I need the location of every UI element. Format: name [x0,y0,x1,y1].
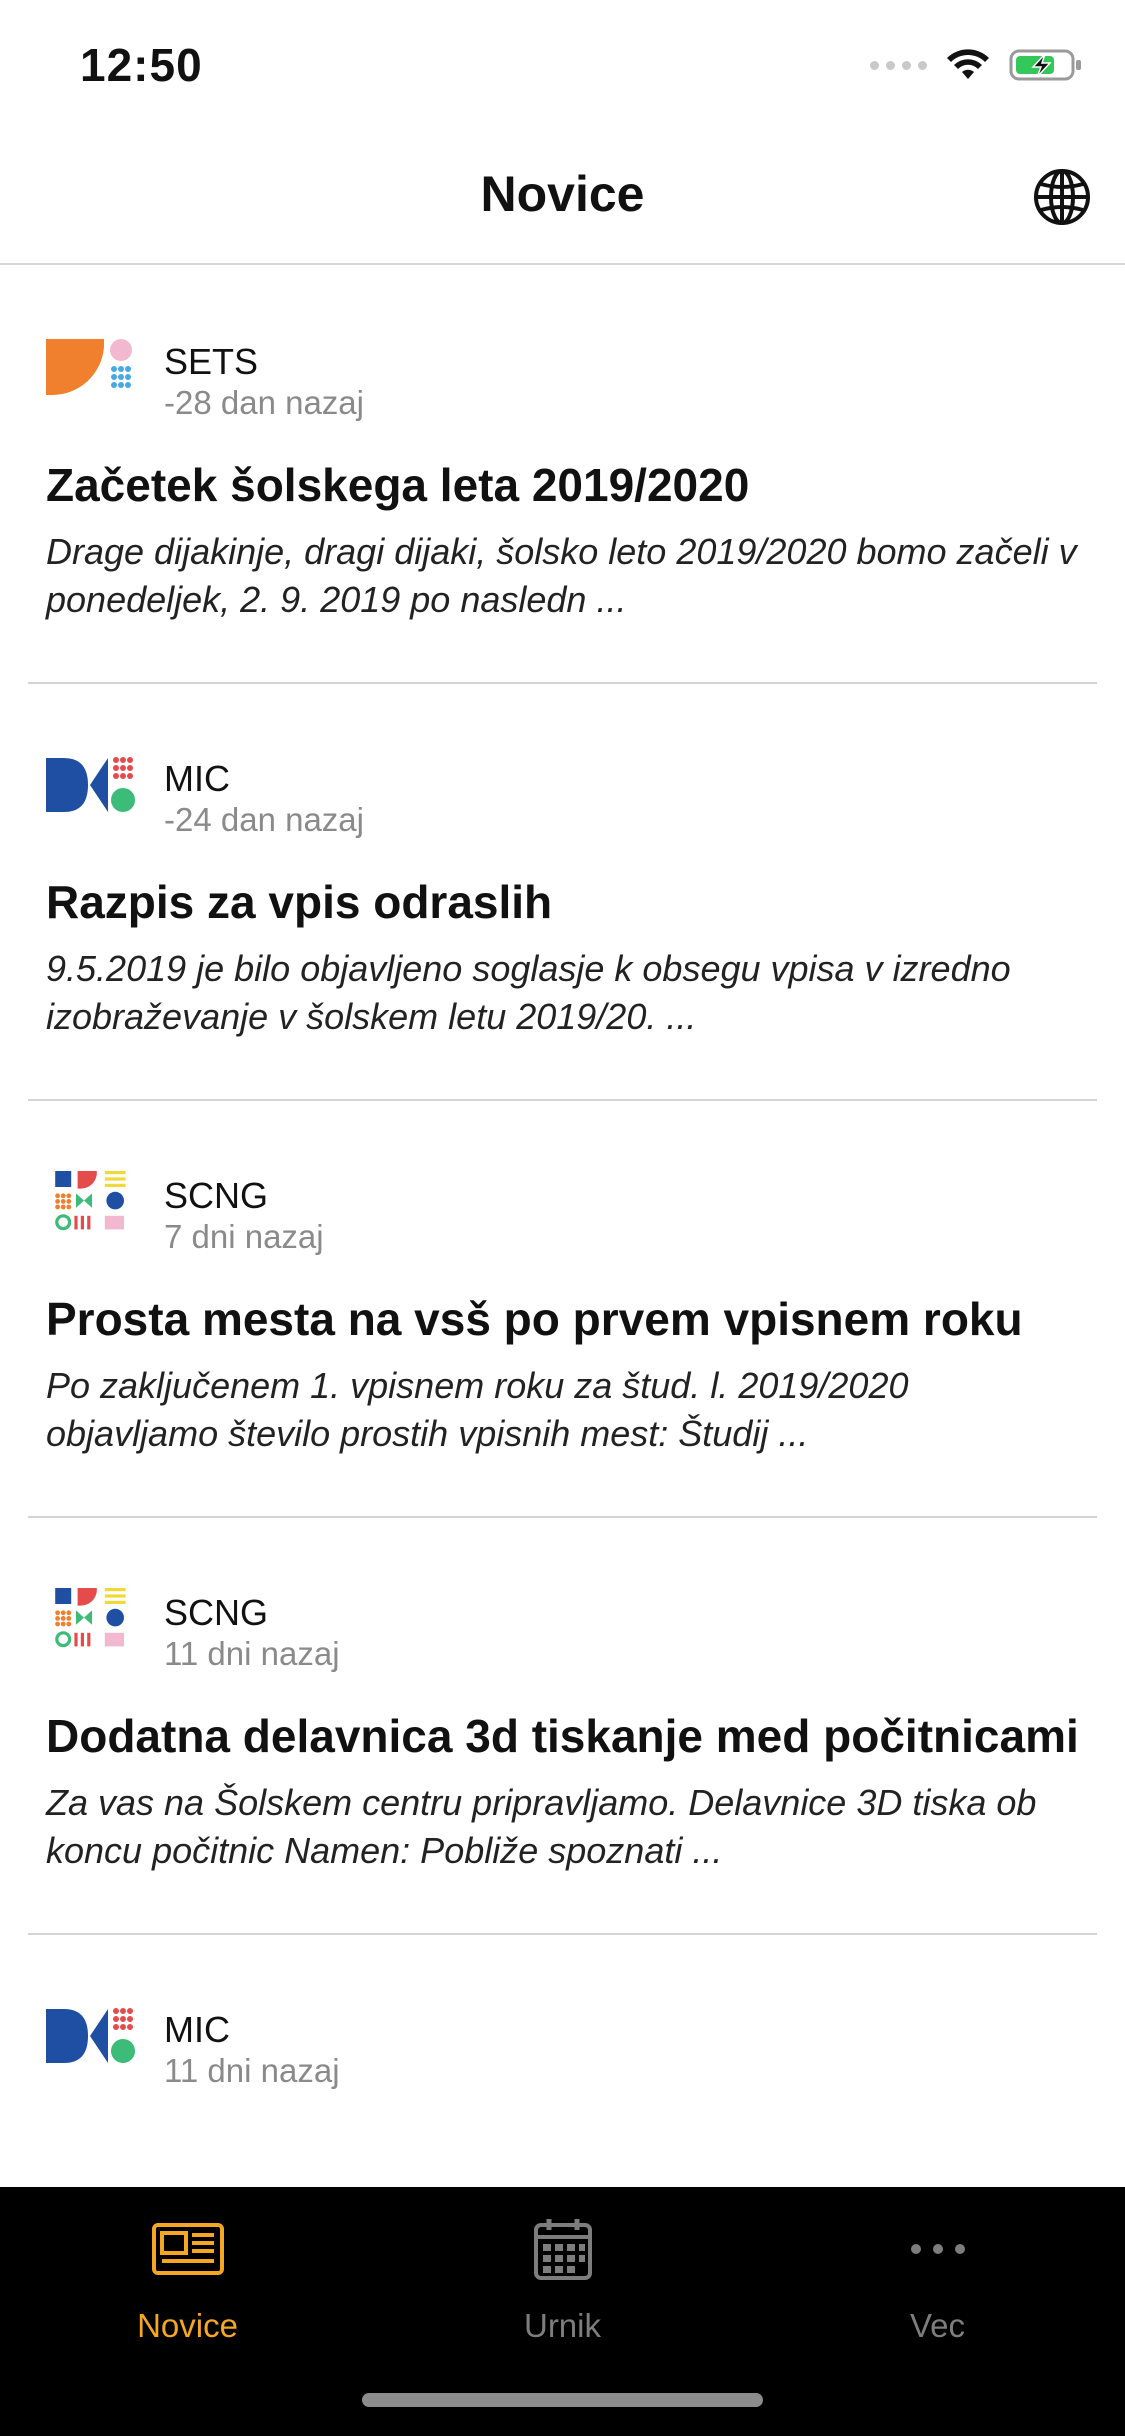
news-item[interactable]: SCNG 11 dni nazaj Dodatna delavnica 3d t… [28,1518,1097,1935]
news-item[interactable]: MIC 11 dni nazaj [28,1935,1097,2095]
source-name: SCNG [164,1592,269,1633]
wifi-icon [947,49,989,79]
source-name: SCNG [164,1175,269,1216]
source-name: SETS [164,341,259,382]
scng-logo [55,1171,126,1231]
post-time: 7 dni nazaj [164,1218,324,1255]
status-bar: 12:50 [0,0,1125,135]
tab-label: Urnik [523,2307,601,2344]
newspaper-icon [151,2223,224,2275]
news-title: Razpis za vpis odraslih [46,876,553,928]
news-title: Dodatna delavnica 3d tiskanje med počitn… [46,1710,1079,1762]
mic-logo [46,2008,135,2063]
tab-vec[interactable]: Vec [750,2209,1125,2345]
source-name: MIC [164,2009,230,2050]
tab-label: Vec [909,2307,966,2344]
source-name: MIC [164,758,230,799]
sets-logo [46,339,132,396]
mic-logo [46,757,135,812]
scng-logo [55,1588,126,1648]
globe-icon [1034,169,1090,225]
navigation-bar: Novice [0,135,1125,265]
news-title: Prosta mesta na vsš po prvem vpisnem rok… [46,1293,1023,1345]
status-icons [870,48,1083,82]
news-title: Začetek šolskega leta 2019/2020 [46,459,750,511]
calendar-icon [533,2219,592,2280]
news-item[interactable]: SETS -28 dan nazaj Začetek šolskega leta… [28,267,1097,684]
news-excerpt: Drage dijakinje, dragi dijaki, šolsko le… [46,531,1077,620]
news-item[interactable]: MIC -24 dan nazaj Razpis za vpis odrasli… [28,684,1097,1101]
cellular-signal-icon [870,60,927,70]
news-excerpt: 9.5.2019 je bilo objavljeno soglasje k o… [46,948,1011,1037]
post-time: -24 dan nazaj [164,801,364,838]
home-indicator[interactable] [362,2393,763,2407]
page-title: Novice [480,166,645,222]
post-time: 11 dni nazaj [164,2052,340,2089]
post-time: 11 dni nazaj [164,1635,340,1672]
language-button[interactable] [1027,162,1097,232]
news-excerpt: Za vas na Šolskem centru pripravljamo. D… [46,1782,1037,1871]
tab-urnik[interactable]: Urnik [375,2209,750,2345]
status-time: 12:50 [80,39,203,91]
more-icon [910,2244,965,2254]
news-item[interactable]: SCNG 7 dni nazaj Prosta mesta na vsš po … [28,1101,1097,1518]
tab-novice[interactable]: Novice [0,2209,375,2345]
post-time: -28 dan nazaj [164,384,364,421]
battery-icon [1009,49,1081,81]
news-excerpt: Po zaključenem 1. vpisnem roku za štud. … [46,1365,909,1454]
news-feed[interactable]: SETS -28 dan nazaj Začetek šolskega leta… [0,267,1125,2187]
tab-label: Novice [137,2307,238,2344]
